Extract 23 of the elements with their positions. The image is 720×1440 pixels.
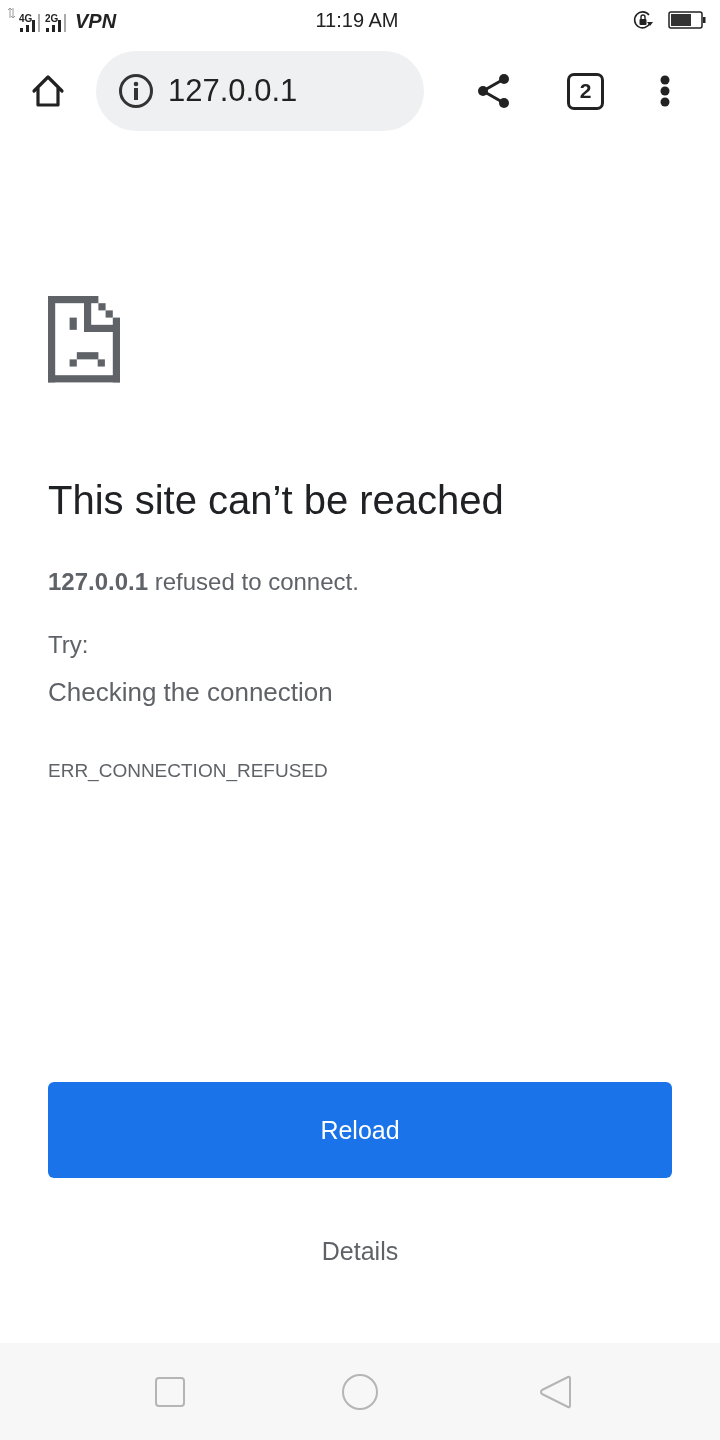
details-button[interactable]: Details xyxy=(313,1235,407,1267)
network-type-label: 2G xyxy=(45,14,59,24)
signal-bars-icon xyxy=(45,14,67,32)
home-icon[interactable] xyxy=(30,73,66,109)
signal-bars-icon xyxy=(19,14,41,32)
clock-time: 11:19 AM xyxy=(315,8,399,32)
suggestion-text: Checking the connection xyxy=(48,676,334,708)
reload-button[interactable]: Reload xyxy=(48,1082,672,1178)
try-label: Try: xyxy=(48,630,90,660)
info-icon[interactable] xyxy=(118,73,154,109)
address-bar[interactable]: 127.0.0.1 xyxy=(96,51,424,131)
sad-page-icon xyxy=(48,296,120,383)
battery-icon xyxy=(668,11,706,29)
error-title: This site can’t be reached xyxy=(48,477,505,524)
network-type-label: 4G xyxy=(19,14,33,24)
vpn-label: VPN xyxy=(75,10,117,32)
menu-icon[interactable] xyxy=(660,75,670,107)
tab-switcher-button[interactable]: 2 xyxy=(567,72,604,110)
share-icon[interactable] xyxy=(477,73,511,109)
error-code: ERR_CONNECTION_REFUSED xyxy=(48,759,329,783)
error-message: 127.0.0.1 refused to connect. xyxy=(48,567,360,597)
rotation-lock-icon xyxy=(632,9,654,31)
data-arrows-icon xyxy=(8,8,15,18)
